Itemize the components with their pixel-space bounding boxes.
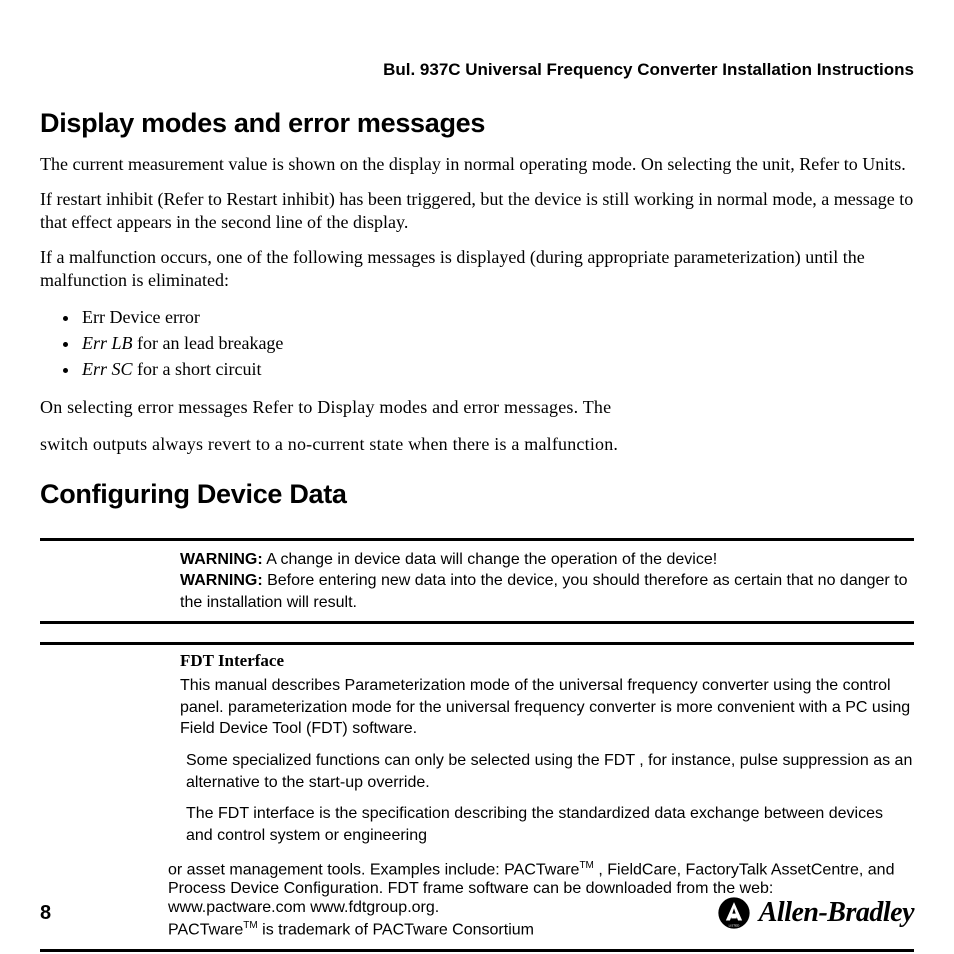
document-page: Bul. 937C Universal Frequency Converter …: [0, 0, 954, 954]
warning-text: Before entering new data into the device…: [180, 572, 908, 611]
warning-box: WARNING: A change in device data will ch…: [40, 538, 914, 625]
list-item: Err SC for a short circuit: [80, 356, 914, 382]
paragraph: On selecting error messages Refer to Dis…: [40, 396, 914, 419]
page-number: 8: [40, 902, 51, 925]
brand-name: Allen-Bradley: [759, 897, 914, 929]
trademark-symbol: TM: [579, 860, 593, 871]
fdt-paragraph: Some specialized functions can only be s…: [180, 750, 914, 793]
paragraph: If a malfunction occurs, one of the foll…: [40, 246, 914, 292]
error-list: Err Device error Err LB for an lead brea…: [80, 304, 914, 382]
warning-label: WARNING:: [180, 551, 263, 568]
svg-text:LISTED: LISTED: [728, 924, 739, 928]
warning-line: WARNING: Before entering new data into t…: [180, 570, 914, 613]
section-heading-configuring: Configuring Device Data: [40, 479, 914, 510]
paragraph: switch outputs always revert to a no-cur…: [40, 433, 914, 456]
warning-text: A change in device data will change the …: [263, 551, 718, 568]
paragraph: If restart inhibit (Refer to Restart inh…: [40, 188, 914, 234]
document-header: Bul. 937C Universal Frequency Converter …: [40, 60, 914, 80]
warning-label: WARNING:: [180, 572, 263, 589]
fdt-paragraph: The FDT interface is the specification d…: [180, 803, 914, 846]
list-item: Err Device error: [80, 304, 914, 330]
text: or asset management tools. Examples incl…: [168, 862, 579, 879]
fdt-title: FDT Interface: [180, 651, 914, 671]
list-item: Err LB for an lead breakage: [80, 330, 914, 356]
error-desc: for a short circuit: [133, 359, 262, 379]
fdt-paragraph: This manual describes Parameterization m…: [180, 675, 914, 740]
page-footer: 8 LISTED Allen-Bradley: [40, 896, 914, 930]
error-code: Err SC: [82, 359, 133, 379]
section-heading-display-modes: Display modes and error messages: [40, 108, 914, 139]
paragraph: The current measurement value is shown o…: [40, 153, 914, 176]
error-code: Err LB: [82, 333, 133, 353]
brand-logo: LISTED Allen-Bradley: [717, 896, 914, 930]
allen-bradley-icon: LISTED: [717, 896, 751, 930]
warning-line: WARNING: A change in device data will ch…: [180, 549, 914, 571]
error-desc: for an lead breakage: [133, 333, 284, 353]
